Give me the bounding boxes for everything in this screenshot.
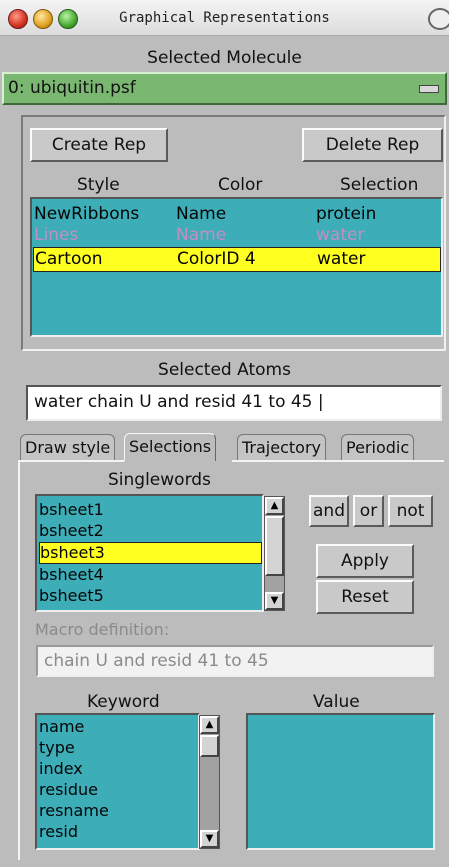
tab-panel-border	[18, 460, 20, 860]
create-rep-button[interactable]: Create Rep	[30, 128, 168, 162]
macro-definition-input: chain U and resid 41 to 45	[36, 645, 434, 677]
rep-color: Name	[176, 225, 227, 245]
reset-button[interactable]: Reset	[316, 580, 414, 614]
list-item-selected[interactable]: bsheet3	[39, 542, 262, 564]
molecule-dropdown-value: 0: ubiquitin.psf	[8, 78, 136, 98]
list-item[interactable]: bsheet1	[39, 500, 104, 520]
rep-style: NewRibbons	[34, 204, 140, 224]
toolbar-toggle-icon[interactable]	[428, 8, 449, 30]
dropdown-indicator-icon	[419, 85, 439, 93]
or-button[interactable]: or	[353, 495, 384, 527]
tab-trajectory[interactable]: Trajectory	[237, 434, 326, 460]
scroll-down-icon[interactable]: ▼	[200, 830, 219, 848]
rep-selection: water	[316, 225, 365, 245]
keyword-list[interactable]: name type index residue resname resid	[35, 713, 200, 850]
tab-draw-style[interactable]: Draw style	[20, 434, 116, 460]
tab-selections[interactable]: Selections	[124, 433, 217, 461]
singlewords-list[interactable]: bsheet1 bsheet2 bsheet3 bsheet4 bsheet5	[35, 494, 264, 612]
singlewords-label: Singlewords	[108, 470, 211, 490]
color-column-header: Color	[218, 175, 263, 195]
tab-divider	[20, 460, 124, 462]
rep-row[interactable]: Lines Name water	[32, 224, 441, 247]
selected-atoms-input[interactable]: water chain U and resid 41 to 45 |	[26, 385, 442, 421]
value-list[interactable]	[246, 713, 435, 850]
list-item[interactable]: bsheet4	[39, 565, 104, 585]
rep-color: ColorID 4	[177, 249, 256, 269]
selection-column-header: Selection	[340, 175, 419, 195]
scroll-down-icon[interactable]: ▼	[265, 592, 284, 610]
tab-divider	[232, 460, 444, 462]
not-button[interactable]: not	[388, 495, 433, 527]
molecule-dropdown[interactable]: 0: ubiquitin.psf	[2, 72, 447, 105]
list-item[interactable]: name	[39, 717, 84, 737]
scroll-thumb[interactable]	[265, 516, 284, 576]
window-title: Graphical Representations	[119, 10, 330, 26]
list-item[interactable]: residue	[39, 780, 98, 800]
list-item[interactable]: type	[39, 738, 75, 758]
delete-rep-button[interactable]: Delete Rep	[302, 128, 443, 162]
rep-row-selected[interactable]: Cartoon ColorID 4 water	[33, 247, 441, 272]
selected-atoms-label: Selected Atoms	[158, 360, 291, 380]
rep-selection: protein	[316, 204, 377, 224]
value-label: Value	[313, 692, 360, 712]
list-item[interactable]: resid	[39, 822, 78, 842]
scroll-up-icon[interactable]: ▲	[200, 716, 219, 734]
list-item[interactable]: index	[39, 759, 83, 779]
rep-style: Cartoon	[35, 249, 103, 269]
and-button[interactable]: and	[309, 495, 349, 527]
rep-color: Name	[176, 204, 227, 224]
selected-molecule-label: Selected Molecule	[147, 48, 302, 68]
rep-selection: water	[317, 249, 366, 269]
scroll-thumb[interactable]	[200, 735, 219, 757]
tab-periodic[interactable]: Periodic	[341, 434, 415, 460]
macro-definition-label: Macro definition:	[35, 620, 170, 639]
list-item[interactable]: resname	[39, 801, 109, 821]
list-item[interactable]: bsheet2	[39, 521, 104, 541]
list-item[interactable]: bsheet5	[39, 586, 104, 606]
rep-row[interactable]: NewRibbons Name protein	[32, 203, 441, 226]
scroll-up-icon[interactable]: ▲	[265, 497, 284, 515]
keyword-label: Keyword	[87, 692, 160, 712]
rep-style: Lines	[34, 225, 79, 245]
reps-list[interactable]: NewRibbons Name protein Lines Name water…	[30, 197, 443, 337]
apply-button[interactable]: Apply	[316, 544, 414, 578]
style-column-header: Style	[77, 175, 120, 195]
